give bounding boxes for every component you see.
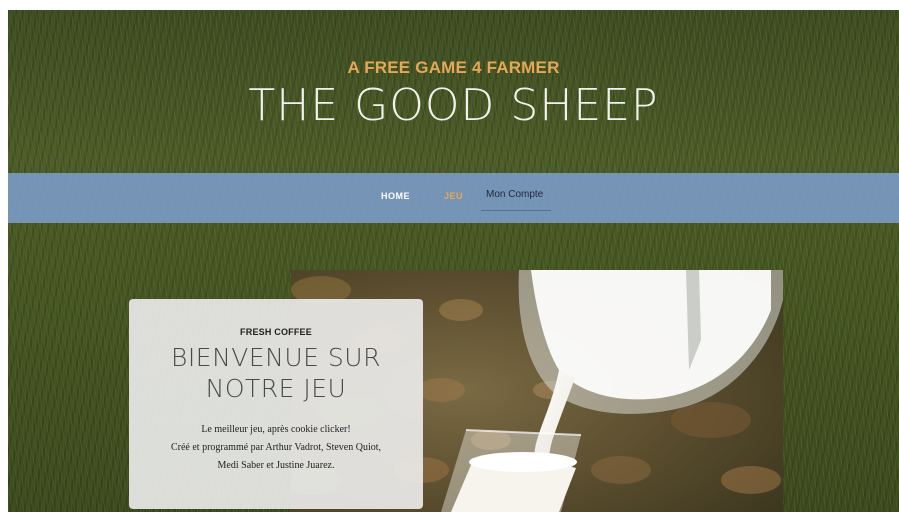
intro-text-line3: Medi Saber et Justine Juarez.: [217, 460, 335, 471]
site-title: THE GOOD SHEEP: [248, 80, 659, 131]
intro-heading-line1: BIENVENUE SUR: [171, 343, 381, 372]
intro-description: Le meilleur jeu, après cookie clicker! C…: [129, 421, 423, 475]
page-background: A FREE GAME 4 FARMER THE GOOD SHEEP HOME…: [8, 10, 899, 512]
main-navbar: HOME JEU Mon Compte: [8, 173, 899, 223]
site-subtitle: A FREE GAME 4 FARMER: [347, 58, 560, 77]
intro-kicker: FRESH COFFEE: [240, 327, 312, 337]
nav-home-link[interactable]: HOME: [381, 191, 410, 201]
intro-text-line1: Le meilleur jeu, après cookie clicker!: [201, 424, 351, 435]
nav-jeu-link[interactable]: JEU: [444, 191, 463, 201]
site-heading: A FREE GAME 4 FARMER THE GOOD SHEEP: [8, 10, 899, 173]
account-dropdown[interactable]: Mon Compte: [481, 189, 551, 211]
intro-heading-line2: NOTRE JEU: [205, 374, 347, 403]
intro-card: FRESH COFFEE BIENVENUE SUR NOTRE JEU Le …: [129, 299, 423, 509]
intro-text-line2: Créé et programmé par Arthur Vadrot, Ste…: [170, 442, 382, 453]
intro-heading: BIENVENUE SUR NOTRE JEU: [129, 342, 423, 404]
